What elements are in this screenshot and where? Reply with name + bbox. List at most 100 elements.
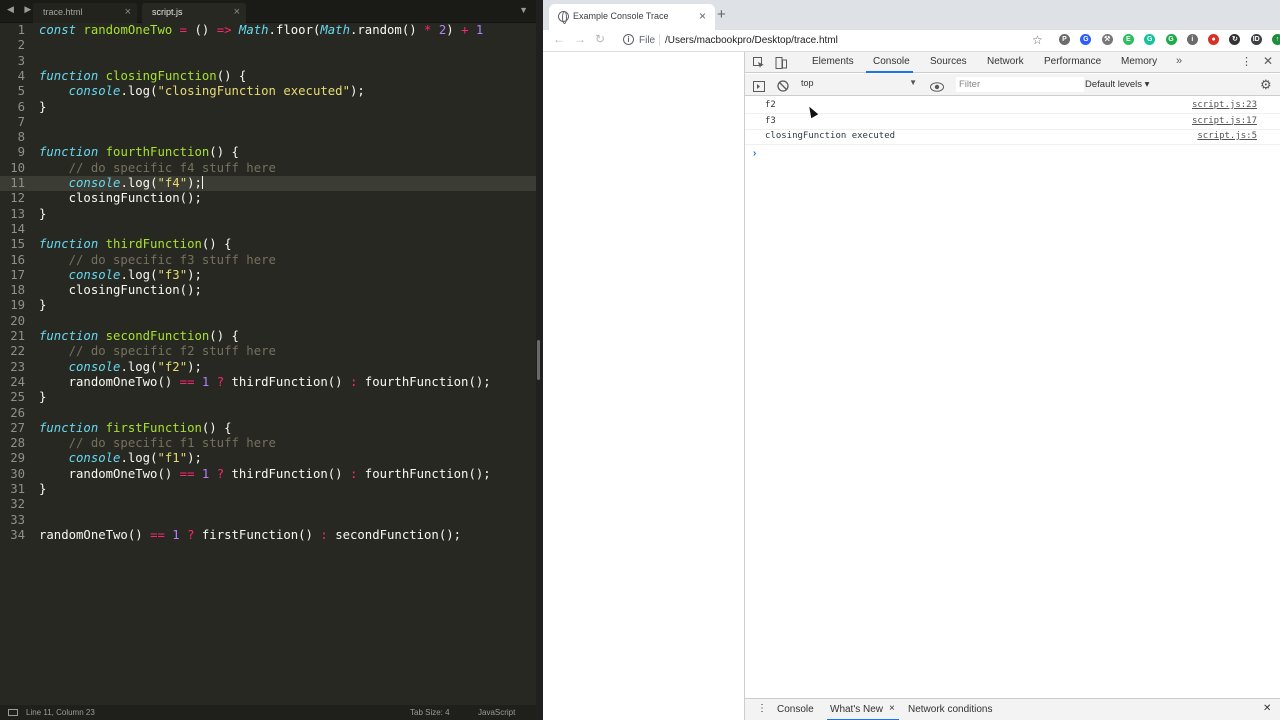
- tab-list-dropdown-icon[interactable]: ▼: [519, 5, 528, 15]
- tab-elements[interactable]: Elements: [812, 56, 854, 67]
- profile-avatar-icon[interactable]: ID: [1250, 34, 1262, 45]
- code-line: }: [39, 390, 46, 404]
- code-token: "closingFunction executed": [157, 84, 350, 99]
- reload-icon[interactable]: ↻: [595, 32, 605, 46]
- syntax-language-indicator[interactable]: JavaScript: [478, 705, 515, 720]
- new-tab-icon[interactable]: +: [717, 6, 726, 23]
- live-expression-eye-icon[interactable]: [930, 79, 944, 92]
- console-prompt-icon[interactable]: ›: [753, 148, 756, 159]
- console-source-link[interactable]: script.js:23: [1192, 100, 1257, 110]
- gear-icon[interactable]: ⚙: [1260, 77, 1272, 93]
- log-levels-dropdown[interactable]: Default levels ▾: [1085, 79, 1149, 90]
- console-filter-input[interactable]: [956, 77, 1084, 92]
- pinterest-icon[interactable]: P: [1059, 34, 1070, 45]
- code-token: closingFunction();: [39, 191, 202, 206]
- code-token: 1: [201, 466, 217, 481]
- code-token: ?: [216, 466, 232, 481]
- editor-tab-trace-html[interactable]: trace.html ×: [33, 3, 137, 23]
- drawer-tab-whats-new[interactable]: What's New: [830, 704, 883, 715]
- green-extension-icon[interactable]: G: [1165, 34, 1177, 45]
- code-token: ?: [216, 374, 232, 389]
- browser-tab-strip: Example Console Trace × +: [543, 0, 1280, 30]
- more-tabs-icon[interactable]: »: [1176, 55, 1182, 67]
- drawer-tab-network-conditions[interactable]: Network conditions: [908, 704, 992, 715]
- tab-sources[interactable]: Sources: [930, 56, 967, 67]
- browser-tab-title: Example Console Trace: [573, 11, 669, 21]
- code-token: const: [39, 23, 84, 37]
- sidebar-toggle-icon[interactable]: [753, 79, 765, 92]
- tab-close-icon[interactable]: ×: [125, 3, 131, 22]
- tab-performance[interactable]: Performance: [1044, 56, 1101, 67]
- close-drawer-icon[interactable]: ✕: [1263, 703, 1271, 714]
- context-label: top: [801, 78, 814, 88]
- code-token: :: [349, 466, 365, 481]
- editor-tab-bar: ◀ ▶ trace.html × script.js × ▼: [0, 0, 536, 23]
- forward-icon[interactable]: →: [574, 32, 586, 46]
- red-extension-icon[interactable]: ●: [1208, 34, 1220, 45]
- code-line: }: [39, 298, 46, 312]
- bookmark-star-icon[interactable]: ☆: [1032, 33, 1043, 47]
- browser-tab[interactable]: Example Console Trace ×: [549, 4, 715, 30]
- line-number: 9: [17, 145, 25, 160]
- devtools-panel: Elements Console Sources Network Perform…: [744, 52, 1280, 720]
- code-token: *: [424, 23, 439, 37]
- info-extension-icon[interactable]: i: [1186, 34, 1198, 45]
- line-number: 3: [17, 53, 25, 68]
- sync-extension-icon[interactable]: ↻: [1229, 34, 1241, 45]
- panel-toggle-icon[interactable]: [8, 709, 18, 716]
- code-token: );: [349, 84, 365, 99]
- grammarly-icon[interactable]: G: [1144, 34, 1156, 45]
- editor-scrollbar[interactable]: [537, 340, 540, 380]
- line-number: 29: [10, 451, 25, 466]
- info-icon[interactable]: i: [623, 34, 634, 45]
- console-message: f3 script.js:17: [745, 114, 1280, 130]
- line-number: 18: [10, 283, 25, 298]
- code-token: ==: [150, 527, 173, 542]
- clear-console-icon[interactable]: [777, 79, 789, 92]
- globe-icon: [558, 11, 569, 24]
- code-token: // do specific f1 stuff here: [39, 436, 276, 451]
- line-number: 16: [10, 252, 25, 267]
- tab-nav-arrows-icon[interactable]: ◀ ▶: [7, 4, 35, 15]
- drawer-menu-icon[interactable]: ⋮: [757, 703, 767, 714]
- drawer-tab-console[interactable]: Console: [777, 704, 814, 715]
- line-number: 17: [10, 267, 25, 282]
- code-line: // do specific f4 stuff here: [39, 161, 276, 175]
- tab-memory[interactable]: Memory: [1121, 56, 1157, 67]
- url-text[interactable]: /Users/macbookpro/Desktop/trace.html: [665, 35, 838, 46]
- line-number: 6: [17, 99, 25, 114]
- address-bar[interactable]: i File /Users/macbookpro/Desktop/trace.h…: [615, 31, 1135, 50]
- tab-network[interactable]: Network: [987, 56, 1024, 67]
- devtools-menu-icon[interactable]: ⋮: [1241, 55, 1252, 68]
- close-devtools-icon[interactable]: ✕: [1263, 54, 1273, 68]
- back-icon[interactable]: ←: [553, 32, 565, 46]
- tab-console[interactable]: Console: [873, 56, 910, 67]
- tab-close-icon[interactable]: ×: [234, 3, 240, 22]
- code-line: randomOneTwo() == 1 ? thirdFunction() : …: [39, 467, 491, 481]
- code-line: closingFunction();: [39, 191, 202, 205]
- code-token: () {: [201, 237, 232, 252]
- evernote-icon[interactable]: E: [1122, 34, 1134, 45]
- close-icon[interactable]: ×: [889, 703, 895, 714]
- code-token: "f4": [157, 176, 188, 190]
- editor-tab-label: script.js: [152, 7, 183, 17]
- console-source-link[interactable]: script.js:17: [1192, 116, 1257, 126]
- code-token: );: [187, 359, 202, 374]
- code-line: // do specific f3 stuff here: [39, 253, 276, 267]
- inspect-element-icon[interactable]: [753, 56, 765, 68]
- tools-extension-icon[interactable]: ⚒: [1101, 34, 1113, 45]
- context-selector[interactable]: top ▼: [801, 78, 917, 92]
- editor-tab-script-js[interactable]: script.js ×: [142, 3, 246, 23]
- code-token: function: [39, 329, 106, 343]
- green-menu-icon[interactable]: ↑: [1272, 34, 1280, 45]
- url-scheme-label: File: [639, 35, 656, 46]
- code-line: // do specific f1 stuff here: [39, 436, 276, 450]
- close-icon[interactable]: ×: [699, 9, 706, 23]
- tab-size-indicator[interactable]: Tab Size: 4: [410, 705, 450, 720]
- console-message-text: closingFunction executed: [765, 131, 896, 141]
- device-toolbar-icon[interactable]: [775, 56, 787, 69]
- console-source-link[interactable]: script.js:5: [1197, 131, 1257, 141]
- line-number: 22: [10, 344, 25, 359]
- code-token: :: [320, 527, 336, 542]
